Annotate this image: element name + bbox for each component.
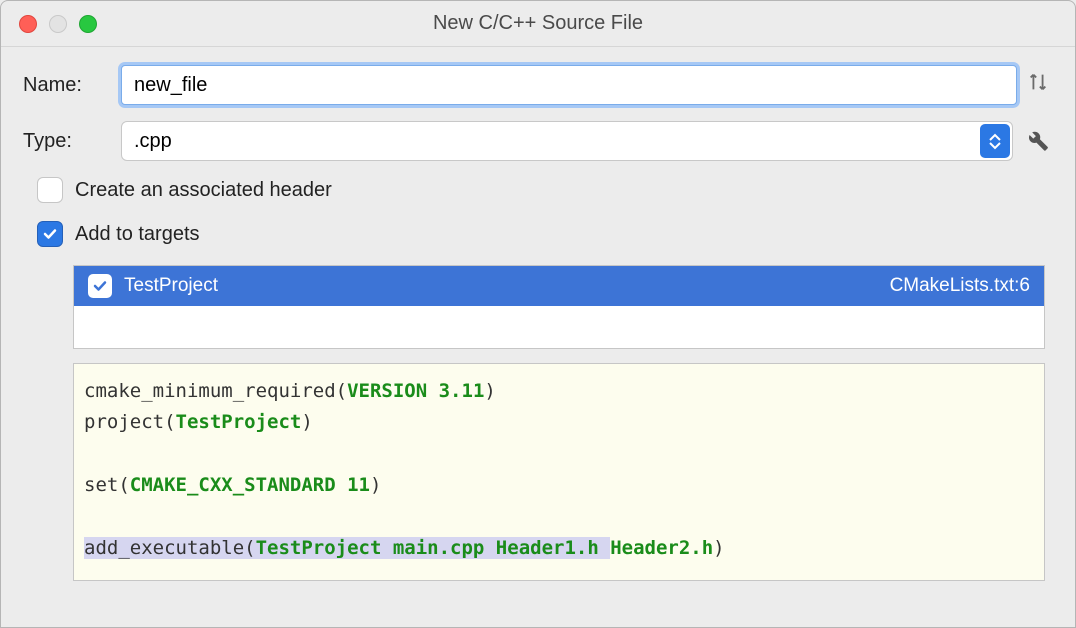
- type-row: Type: .cpp: [23, 121, 1053, 161]
- minimize-button[interactable]: [49, 15, 67, 33]
- target-name: TestProject: [124, 275, 890, 297]
- target-row[interactable]: TestProject CMakeLists.txt:6: [74, 266, 1044, 306]
- window-title: New C/C++ Source File: [15, 12, 1061, 35]
- close-button[interactable]: [19, 15, 37, 33]
- code-line-1: cmake_minimum_required(VERSION 3.11): [84, 380, 496, 402]
- sort-icon[interactable]: [1023, 71, 1053, 99]
- add-targets-checkbox[interactable]: [37, 221, 63, 247]
- code-line-2: project(TestProject): [84, 411, 313, 433]
- chevron-up-down-icon: [980, 124, 1010, 158]
- create-header-checkbox[interactable]: [37, 177, 63, 203]
- name-label: Name:: [23, 74, 121, 97]
- target-file: CMakeLists.txt:6: [890, 275, 1030, 297]
- targets-section: TestProject CMakeLists.txt:6 cmake_minim…: [73, 265, 1045, 581]
- target-checkbox[interactable]: [88, 274, 112, 298]
- add-targets-row: Add to targets: [37, 221, 1053, 247]
- type-select[interactable]: .cpp: [121, 121, 1013, 161]
- zoom-button[interactable]: [79, 15, 97, 33]
- code-line-4: add_executable(TestProject main.cpp Head…: [84, 537, 725, 559]
- create-header-label: Create an associated header: [75, 179, 332, 202]
- window-controls: [19, 15, 97, 33]
- wrench-icon[interactable]: [1019, 126, 1053, 157]
- code-line-3: set(CMAKE_CXX_STANDARD 11): [84, 474, 381, 496]
- target-list: TestProject CMakeLists.txt:6: [73, 265, 1045, 349]
- add-targets-label: Add to targets: [75, 223, 200, 246]
- cmake-preview: cmake_minimum_required(VERSION 3.11) pro…: [73, 363, 1045, 581]
- dialog-window: New C/C++ Source File Name: Type: .cpp: [0, 0, 1076, 628]
- dialog-content: Name: Type: .cpp: [1, 47, 1075, 581]
- name-row: Name:: [23, 65, 1053, 105]
- type-value: .cpp: [134, 130, 172, 153]
- name-input[interactable]: [121, 65, 1017, 105]
- create-header-row: Create an associated header: [37, 177, 1053, 203]
- titlebar: New C/C++ Source File: [1, 1, 1075, 47]
- type-label: Type:: [23, 130, 121, 153]
